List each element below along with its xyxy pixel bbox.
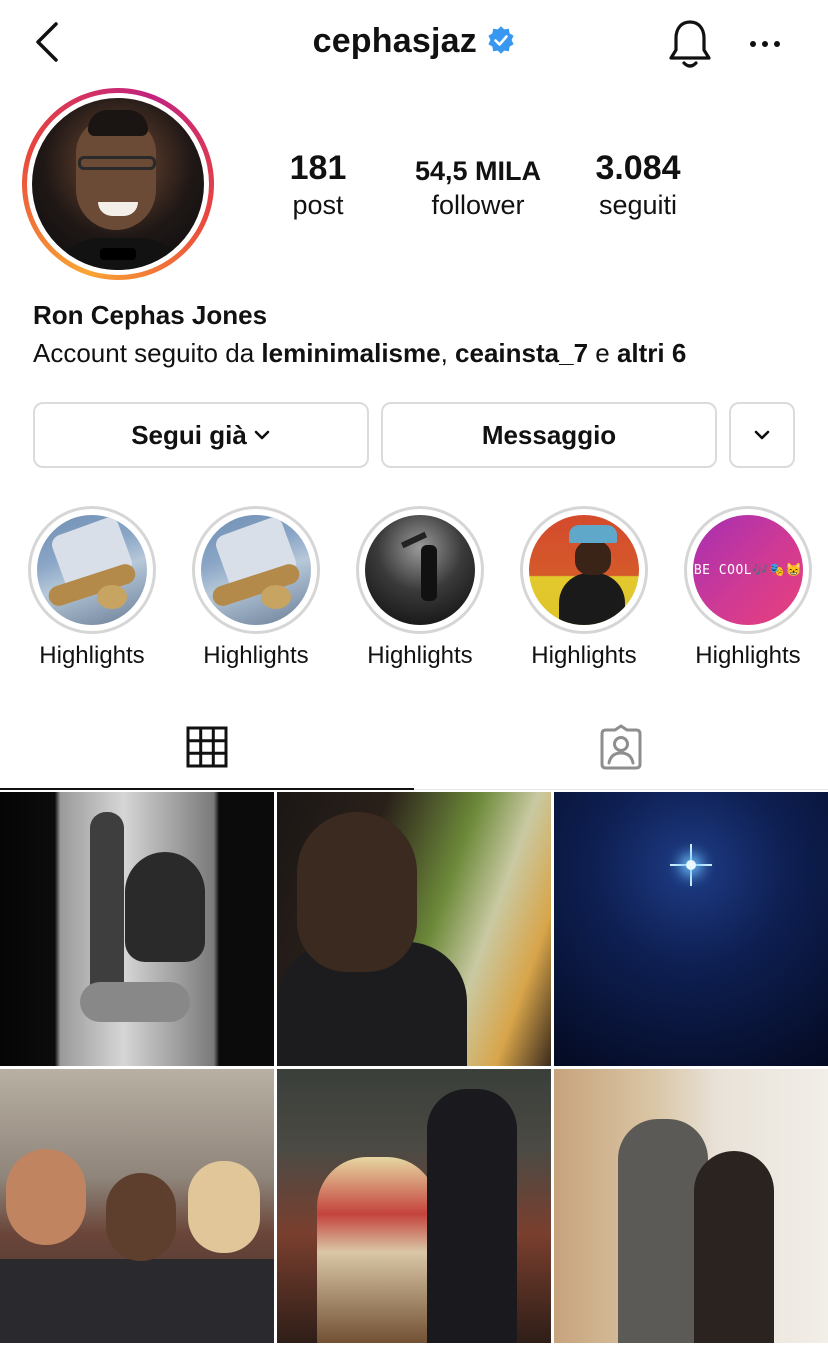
more-horizontal-icon[interactable] bbox=[748, 34, 782, 54]
highlight-cover bbox=[37, 515, 147, 625]
highlight-label: Highlights bbox=[367, 642, 473, 669]
avatar bbox=[32, 98, 204, 270]
followed-by-separator: , bbox=[440, 338, 456, 368]
tagged-person-icon bbox=[600, 724, 642, 770]
post-thumbnail[interactable] bbox=[554, 1069, 828, 1343]
highlight-cover: BE COOL🎶🎭😸 bbox=[693, 515, 803, 625]
stat-label: post bbox=[292, 190, 344, 220]
top-bar: cephasjaz bbox=[0, 0, 828, 90]
followed-by-text[interactable]: Account seguito da leminimalisme, ceains… bbox=[33, 338, 686, 369]
following-button[interactable]: Segui già bbox=[33, 402, 369, 468]
chevron-down-icon bbox=[254, 430, 270, 440]
username: cephasjaz bbox=[312, 22, 477, 60]
stat-label: seguiti bbox=[598, 190, 678, 220]
highlight-item[interactable]: Highlights bbox=[192, 506, 320, 670]
full-name: Ron Cephas Jones bbox=[33, 300, 268, 330]
highlight-label: Highlights bbox=[203, 642, 309, 669]
profile-avatar-story-ring[interactable] bbox=[22, 88, 214, 280]
followed-by-user: leminimalisme bbox=[261, 338, 441, 368]
message-button-label: Messaggio bbox=[481, 419, 617, 450]
active-tab-indicator bbox=[0, 788, 414, 790]
followed-by-others: altri 6 bbox=[616, 338, 687, 368]
highlight-cover bbox=[529, 515, 639, 625]
grid-icon bbox=[186, 726, 228, 768]
verified-badge-icon bbox=[488, 25, 514, 54]
stat-value: 181 bbox=[289, 149, 347, 187]
following-button-label: Segui già bbox=[131, 419, 247, 450]
post-thumbnail[interactable] bbox=[0, 792, 274, 1066]
bell-icon[interactable] bbox=[668, 18, 712, 70]
highlight-item[interactable]: BE COOL🎶🎭😸 Highlights bbox=[684, 506, 812, 670]
post-thumbnail[interactable] bbox=[0, 1069, 274, 1343]
stat-followers[interactable]: 54,5 MILA follower bbox=[398, 150, 558, 224]
highlight-cover bbox=[365, 515, 475, 625]
suggested-accounts-button[interactable] bbox=[729, 402, 795, 468]
post-thumbnail[interactable] bbox=[277, 1069, 551, 1343]
highlight-cover-text: BE COOL🎶🎭😸 bbox=[693, 562, 803, 578]
highlight-label: Highlights bbox=[531, 642, 637, 669]
message-button[interactable]: Messaggio bbox=[381, 402, 717, 468]
followed-by-user: ceainsta_7 bbox=[455, 338, 589, 368]
highlight-cover bbox=[201, 515, 311, 625]
stat-following[interactable]: 3.084 seguiti bbox=[578, 150, 698, 224]
followed-by-and: e bbox=[588, 338, 617, 368]
highlight-item[interactable]: Highlights bbox=[520, 506, 648, 670]
post-thumbnail[interactable] bbox=[554, 792, 828, 1066]
highlight-item[interactable]: Highlights bbox=[356, 506, 484, 670]
highlight-label: Highlights bbox=[695, 642, 801, 669]
stat-posts[interactable]: 181 post bbox=[268, 150, 368, 224]
profile-tabs bbox=[0, 704, 828, 790]
post-thumbnail[interactable] bbox=[277, 792, 551, 1066]
tab-posts-grid[interactable] bbox=[0, 704, 414, 790]
highlight-item[interactable]: Highlights bbox=[28, 506, 156, 670]
tab-tagged[interactable] bbox=[414, 704, 828, 790]
highlight-label: Highlights bbox=[39, 642, 145, 669]
stat-value: 3.084 bbox=[595, 149, 681, 187]
followed-by-prefix: Account seguito da bbox=[33, 338, 262, 368]
chevron-down-icon bbox=[754, 430, 770, 440]
